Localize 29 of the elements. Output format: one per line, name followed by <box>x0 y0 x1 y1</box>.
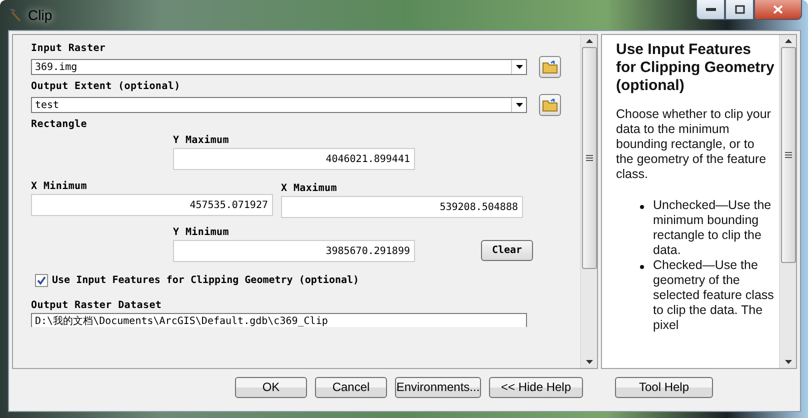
window-title: Clip <box>28 7 52 23</box>
help-text: Checked—Use the geometry of the selected feature class to clip the data. The pixel <box>653 258 775 333</box>
tool-help-button[interactable]: Tool Help <box>615 376 713 398</box>
field-label: X Minimum <box>31 181 88 192</box>
field-label: Y Maximum <box>173 135 230 146</box>
x-maximum-field[interactable]: 539208.504888 <box>281 196 523 218</box>
output-extent-field[interactable]: test <box>31 97 527 113</box>
y-minimum-field[interactable]: 3985670.291899 <box>173 240 415 262</box>
field-label: Output Raster Dataset <box>31 300 163 311</box>
section-label: Rectangle <box>31 119 88 130</box>
help-text: Choose whether to clip your data to the minimum bounding rectangle, or to the geometry of the feature class. <box>616 107 772 182</box>
help-text: Unchecked—Use the minimum bounding rectangle to clip the data. <box>653 198 772 258</box>
field-label: X Maximum <box>281 183 338 194</box>
field-value: test <box>35 100 60 110</box>
y-maximum-field[interactable]: 4046021.899441 <box>173 148 415 170</box>
clear-button[interactable]: Clear <box>481 240 533 260</box>
dialog-button[interactable]: OK <box>235 376 307 398</box>
field-label: Output Extent (optional) <box>31 81 182 92</box>
dialog-button[interactable]: << Hide Help <box>489 376 583 398</box>
help-title: Use Input Features for Clipping Geometry (optional) <box>616 41 775 95</box>
checkbox-label: Use Input Features for Clipping Geometry (optional) <box>52 275 360 286</box>
x-minimum-field[interactable]: 457535.071927 <box>31 194 273 216</box>
field-label: Input Raster <box>31 43 107 54</box>
output-raster-field[interactable]: D:\我的文档\Documents\ArcGIS\Default.gdb\c369_Clip <box>31 313 527 327</box>
input-raster-field[interactable]: 369.img <box>31 59 527 75</box>
field-label: Y Minimum <box>173 227 230 238</box>
dialog-button[interactable]: Environments... <box>395 376 481 398</box>
dialog-button[interactable]: Cancel <box>315 376 387 398</box>
field-value: 369.img <box>35 62 78 72</box>
